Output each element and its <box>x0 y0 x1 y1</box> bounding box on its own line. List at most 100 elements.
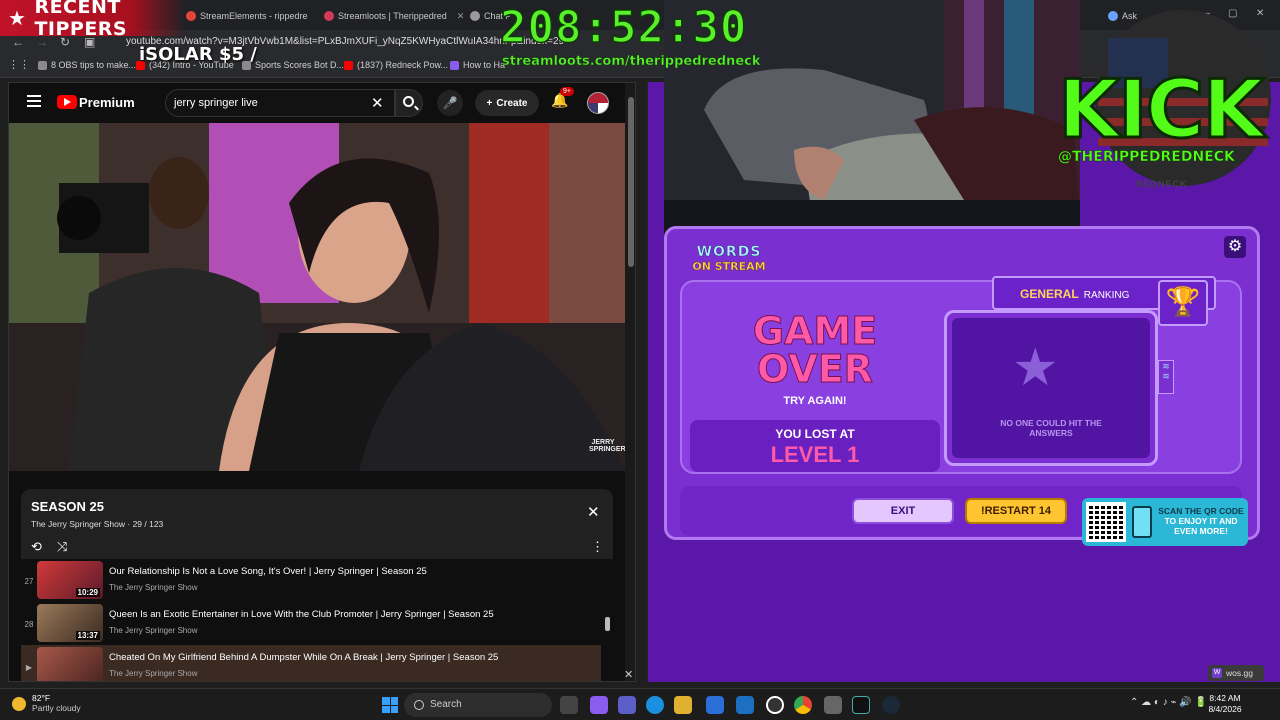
wos-favicon-icon: W <box>1212 668 1222 678</box>
obs-icon[interactable] <box>766 696 784 714</box>
more-options-icon[interactable]: ⋮ <box>591 539 604 555</box>
channel-name[interactable]: The Jerry Springer Show <box>109 583 197 592</box>
star-icon: ★ <box>1012 339 1059 397</box>
steam-icon[interactable] <box>882 696 900 714</box>
weather-icon <box>12 697 26 711</box>
bookmark-item[interactable]: How to Ha <box>450 60 505 70</box>
bookmark-item[interactable]: Sports Scores Bot D... <box>242 60 344 70</box>
star-icon: ★ <box>8 6 27 30</box>
playlist-scrollbar[interactable] <box>603 559 613 681</box>
gear-icon[interactable]: ⚙ <box>1224 236 1246 258</box>
list-item[interactable]: 28 13:37 Queen Is an Exotic Entertainer … <box>21 602 601 644</box>
qr-text-dark: SCAN THE QR CODE <box>1158 506 1244 516</box>
ranking-word: RANKING <box>1083 290 1130 301</box>
video-thumbnail[interactable]: 13:37 <box>37 604 103 642</box>
wos-window-tab[interactable]: Wwos.gg <box>1208 665 1264 681</box>
lost-at-label: YOU LOST AT <box>775 427 855 441</box>
channel-name[interactable]: The Jerry Springer Show <box>109 626 197 635</box>
kick-handle: @THERIPPEDREDNECK <box>1058 149 1235 165</box>
youtube-favicon-icon <box>344 60 353 70</box>
youtube-brand[interactable]: Premium <box>79 95 135 110</box>
task-view-icon[interactable] <box>560 696 578 714</box>
close-playlist-icon[interactable]: ✕ <box>587 503 600 521</box>
copilot-icon[interactable] <box>590 696 608 714</box>
video-title[interactable]: Our Relationship Is Not a Love Song, It'… <box>109 566 427 577</box>
video-title[interactable]: Cheated On My Girlfriend Behind A Dumpst… <box>109 652 498 663</box>
clock[interactable]: 8:42 AM 8/4/2026 <box>1200 693 1250 715</box>
video-frame <box>9 123 625 471</box>
taskbar-search[interactable]: Search <box>404 693 552 717</box>
create-button[interactable]: + Create <box>475 90 539 116</box>
tab-label: StreamElements - rippedre <box>200 11 308 21</box>
item-number: 28 <box>24 620 34 629</box>
clock-time: 8:42 AM <box>1209 693 1241 703</box>
now-playing-icon: ▶ <box>25 663 33 672</box>
close-tab-icon[interactable]: ✕ <box>457 11 464 22</box>
shuffle-icon[interactable]: ⤨ <box>57 539 67 555</box>
outlook-icon[interactable] <box>736 696 754 714</box>
channel-name[interactable]: The Jerry Springer Show <box>109 669 197 678</box>
search-button[interactable] <box>395 89 423 117</box>
list-item-active[interactable]: ▶ Cheated On My Girlfriend Behind A Dump… <box>21 645 601 681</box>
youtube-logo-icon[interactable] <box>57 95 77 109</box>
bookmark-label: Sports Scores Bot D... <box>255 60 345 70</box>
close-icon[interactable]: ✕ <box>624 668 633 681</box>
wos-site-label: wos.gg <box>1226 668 1253 678</box>
logo-on-stream: ON STREAM <box>692 260 766 273</box>
ranking-scroll-tab[interactable]: ≋ ≋ <box>1158 360 1174 394</box>
page-scrollbar[interactable] <box>625 83 635 681</box>
clear-search-icon[interactable]: ✕ <box>371 94 384 112</box>
weather-widget[interactable]: 82°F Partly cloudy <box>12 693 81 713</box>
scrollbar-thumb[interactable] <box>605 617 610 631</box>
duration: 10:29 <box>75 588 100 597</box>
playlist-subtitle: The Jerry Springer Show · 29 / 123 <box>31 519 164 529</box>
app-icon[interactable] <box>824 696 842 714</box>
edge-icon[interactable] <box>646 696 664 714</box>
youtube-window: Premium jerry springer live ✕ 🎤 + Create … <box>8 82 636 682</box>
words-on-stream-logo: WORDS ON STREAM <box>682 244 776 284</box>
terminal-icon[interactable] <box>852 696 870 714</box>
taskbar: 82°F Partly cloudy Search ⌃ ☁ ◐ ♪ ⌁ 🔊 🔋 … <box>0 688 1280 720</box>
search-input[interactable]: jerry springer live <box>165 89 395 117</box>
scrollbar-thumb[interactable] <box>628 97 634 267</box>
tab-label: Streamloots | Therippedred <box>338 11 447 21</box>
voice-search-icon[interactable]: 🎤 <box>437 90 463 116</box>
phone-icon <box>1132 506 1152 538</box>
system-tray[interactable]: ⌃ ☁ ◐ ♪ ⌁ 🔊 🔋 <box>1130 697 1207 708</box>
duration: 13:37 <box>75 631 100 640</box>
list-item[interactable]: 27 10:29 Our Relationship Is Not a Love … <box>21 559 601 601</box>
streamloots-favicon-icon <box>324 11 334 21</box>
video-thumbnail[interactable] <box>37 647 103 681</box>
restart-button[interactable]: !RESTART 14 <box>965 498 1067 524</box>
bookmark-item[interactable]: 8 OBS tips to make... <box>38 60 136 70</box>
qr-code-icon[interactable] <box>1086 502 1126 542</box>
weather-condition: Partly cloudy <box>32 703 81 713</box>
no-answers-text: NO ONE COULD HIT THE ANSWERS <box>1000 418 1102 438</box>
start-icon[interactable] <box>382 697 398 713</box>
avatar[interactable] <box>587 92 609 114</box>
loop-icon[interactable]: ⟲ <box>31 539 42 555</box>
back-icon[interactable]: ← <box>12 35 24 49</box>
latest-tip: iSOLAR $5 / <box>139 44 257 65</box>
exit-button[interactable]: EXIT <box>852 498 954 524</box>
playlist-panel: SEASON 25 The Jerry Springer Show · 29 /… <box>21 489 613 681</box>
video-title[interactable]: Queen Is an Exotic Entertainer in Love W… <box>109 609 494 620</box>
chrome-icon[interactable] <box>794 696 812 714</box>
video-player[interactable]: JERRY SPRINGER <box>9 123 625 471</box>
teams-icon[interactable] <box>618 696 636 714</box>
video-thumbnail[interactable]: 10:29 <box>37 561 103 599</box>
playlist-title[interactable]: SEASON 25 <box>31 499 104 514</box>
browser-tab[interactable]: StreamElements - rippedre ✕ <box>186 5 316 27</box>
screen: StreamElements - rippedre ✕ Streamloots … <box>0 0 1280 720</box>
store-icon[interactable] <box>706 696 724 714</box>
apps-grid-icon[interactable]: ⋮⋮ <box>8 58 30 71</box>
video-watermark: JERRY SPRINGER <box>589 439 625 453</box>
weather-temp: 82°F <box>32 693 51 703</box>
create-label: Create <box>496 97 528 109</box>
bookmark-item[interactable]: (1837) Redneck Pow... <box>344 60 448 70</box>
kick-logo: KICK <box>1056 63 1265 156</box>
search-icon <box>403 96 414 107</box>
browser-tab[interactable]: Streamloots | Therippedred ✕ <box>324 5 464 27</box>
file-explorer-icon[interactable] <box>674 696 692 714</box>
menu-icon[interactable] <box>27 95 41 107</box>
